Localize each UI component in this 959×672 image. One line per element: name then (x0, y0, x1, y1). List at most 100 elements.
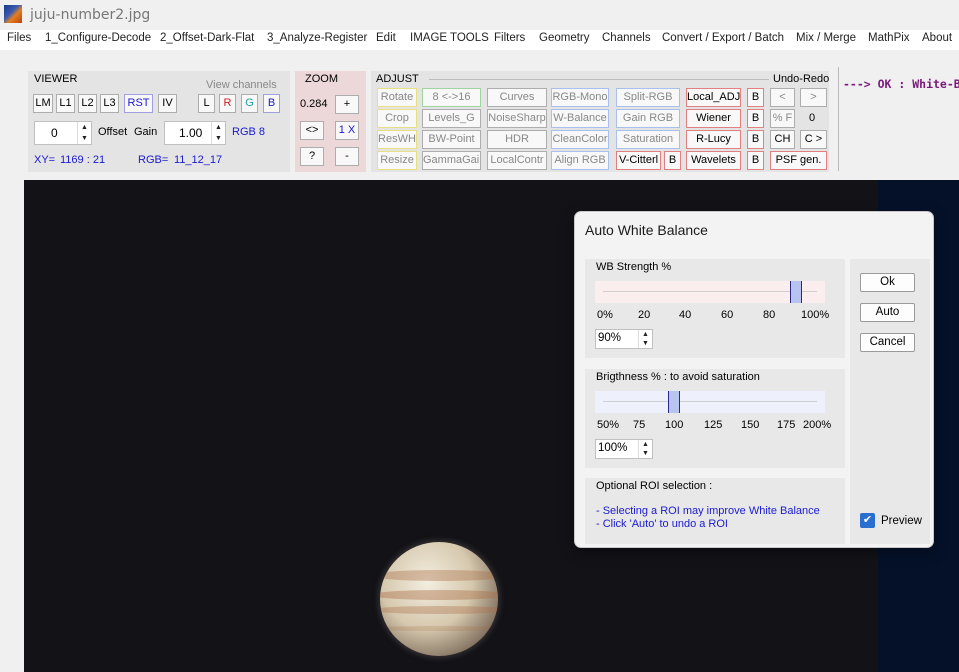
reswh-button[interactable]: ResWH (377, 130, 417, 149)
align-rgb-button[interactable]: Align RGB (551, 151, 609, 170)
gain-rgb-button[interactable]: Gain RGB (616, 109, 680, 128)
gain-stepper[interactable]: 1.00 ▲ ▼ (164, 121, 226, 145)
status-divider (838, 67, 839, 171)
zoom-panel: ZOOM 0.284 + <> 1 X ? - (295, 71, 366, 172)
brightness-tick: 150 (741, 419, 760, 431)
wb-strength-slider[interactable] (595, 281, 825, 303)
menu-mix-merge[interactable]: Mix / Merge (796, 32, 856, 44)
channel-b-button[interactable]: B (263, 94, 280, 113)
auto-white-balance-dialog: Auto White Balance WB Strength % 0% 20 4… (574, 211, 934, 548)
ok-button[interactable]: Ok (860, 273, 915, 292)
wb-strength-thumb[interactable] (789, 281, 802, 303)
zoom-1x-button[interactable]: 1 X (335, 121, 359, 140)
ch-button[interactable]: CH (770, 130, 795, 149)
menu-analyze-register[interactable]: 3_Analyze-Register (267, 32, 367, 44)
local-adj-button[interactable]: Local_ADJ (686, 88, 741, 107)
w-balance-button[interactable]: W-Balance (551, 109, 609, 128)
dialog-buttons-group (850, 259, 930, 544)
menu-about[interactable]: About (922, 32, 952, 44)
menu-geometry[interactable]: Geometry (539, 32, 590, 44)
crop-button[interactable]: Crop (377, 109, 417, 128)
undo-button[interactable]: < (770, 88, 795, 107)
wiener-b-button[interactable]: B (747, 109, 764, 128)
brightness-stepper[interactable]: 100% ▲ ▼ (595, 439, 653, 459)
preview-label: Preview (881, 515, 922, 527)
bitdepth-button[interactable]: 8 <->16 (422, 88, 481, 107)
psf-gen-button[interactable]: PSF gen. (770, 151, 827, 170)
brightness-slider[interactable] (595, 391, 825, 413)
wavelets-b-button[interactable]: B (747, 151, 764, 170)
v-citterl-b-button[interactable]: B (664, 151, 681, 170)
auto-button[interactable]: Auto (860, 303, 915, 322)
menu-files[interactable]: Files (7, 32, 31, 44)
redo-button[interactable]: > (800, 88, 827, 107)
zoom-help-button[interactable]: ? (300, 147, 324, 166)
c-next-button[interactable]: C > (800, 130, 827, 149)
menu-image-tools[interactable]: IMAGE TOOLS (410, 32, 489, 44)
r-lucy-button[interactable]: R-Lucy (686, 130, 741, 149)
dialog-title: Auto White Balance (585, 222, 708, 238)
wb-tick: 60 (721, 309, 734, 321)
local-adj-b-button[interactable]: B (747, 88, 764, 107)
window-title: juju-number2.jpg (30, 7, 151, 23)
saturation-button[interactable]: Saturation (616, 130, 680, 149)
offset-arrows-icon[interactable]: ▲ ▼ (77, 122, 91, 144)
split-rgb-button[interactable]: Split-RGB (616, 88, 680, 107)
menu-channels[interactable]: Channels (602, 32, 651, 44)
menu-offset-dark-flat[interactable]: 2_Offset-Dark-Flat (160, 32, 254, 44)
cancel-button[interactable]: Cancel (860, 333, 915, 352)
channel-l-button[interactable]: L (198, 94, 215, 113)
cleancolor-button[interactable]: CleanColor (551, 130, 609, 149)
wb-strength-stepper[interactable]: 90% ▲ ▼ (595, 329, 653, 349)
wb-arrows-icon[interactable]: ▲ ▼ (638, 330, 652, 348)
gammagain-button[interactable]: GammaGain (422, 151, 481, 170)
adjust-label: ADJUST (376, 73, 419, 85)
status-message: ---> OK : White-Bal (843, 77, 959, 91)
curves-button[interactable]: Curves (487, 88, 547, 107)
bw-point-button[interactable]: BW-Point (422, 130, 481, 149)
wb-strength-value: 90% (598, 332, 622, 344)
menu-bar: Files 1_Configure-Decode 2_Offset-Dark-F… (0, 30, 959, 50)
gain-arrows-icon[interactable]: ▲ ▼ (211, 122, 225, 144)
channel-g-button[interactable]: G (241, 94, 258, 113)
viewer-panel: VIEWER View channels LM L1 L2 L3 RST IV … (28, 71, 290, 172)
planet-band (380, 606, 498, 614)
brightness-tick: 50% (597, 419, 620, 431)
resize-button[interactable]: Resize (377, 151, 417, 170)
v-citterl-button[interactable]: V-Citterl (616, 151, 661, 170)
zoom-out-button[interactable]: - (335, 147, 359, 166)
channel-r-button[interactable]: R (219, 94, 236, 113)
menu-convert-export-batch[interactable]: Convert / Export / Batch (662, 32, 784, 44)
brightness-thumb[interactable] (668, 391, 681, 413)
rst-button[interactable]: RST (124, 94, 153, 113)
menu-configure-decode[interactable]: 1_Configure-Decode (45, 32, 151, 44)
zoom-label: ZOOM (305, 73, 338, 85)
menu-mathpix[interactable]: MathPix (868, 32, 910, 44)
l2-button[interactable]: L2 (78, 94, 97, 113)
lm-button[interactable]: LM (33, 94, 53, 113)
localcontr-button[interactable]: LocalContr (487, 151, 547, 170)
r-lucy-b-button[interactable]: B (747, 130, 764, 149)
l1-button[interactable]: L1 (56, 94, 75, 113)
wiener-button[interactable]: Wiener (686, 109, 741, 128)
rgb-mono-button[interactable]: RGB-Mono (551, 88, 609, 107)
color-mode: RGB 8 (232, 126, 266, 138)
levels-g-button[interactable]: Levels_G (422, 109, 481, 128)
menu-edit[interactable]: Edit (376, 32, 396, 44)
rotate-button[interactable]: Rotate (377, 88, 417, 107)
wb-tick: 0% (597, 309, 613, 321)
iv-button[interactable]: IV (158, 94, 177, 113)
noisesharp-button[interactable]: NoiseSharp (487, 109, 547, 128)
preview-checkbox[interactable]: ✔ (860, 513, 875, 528)
l3-button[interactable]: L3 (100, 94, 119, 113)
adjust-panel: ADJUST Undo-Redo Rotate 8 <->16 Curves R… (371, 71, 829, 172)
zoom-fit-button[interactable]: <> (300, 121, 324, 140)
wavelets-button[interactable]: Wavelets (686, 151, 741, 170)
brightness-arrows-icon[interactable]: ▲ ▼ (638, 440, 652, 458)
offset-stepper[interactable]: 0 ▲ ▼ (34, 121, 92, 145)
zoom-in-button[interactable]: + (335, 95, 359, 114)
menu-filters[interactable]: Filters (494, 32, 525, 44)
wb-tick: 20 (638, 309, 651, 321)
hdr-button[interactable]: HDR (487, 130, 547, 149)
percent-f-button[interactable]: % F (770, 109, 795, 128)
